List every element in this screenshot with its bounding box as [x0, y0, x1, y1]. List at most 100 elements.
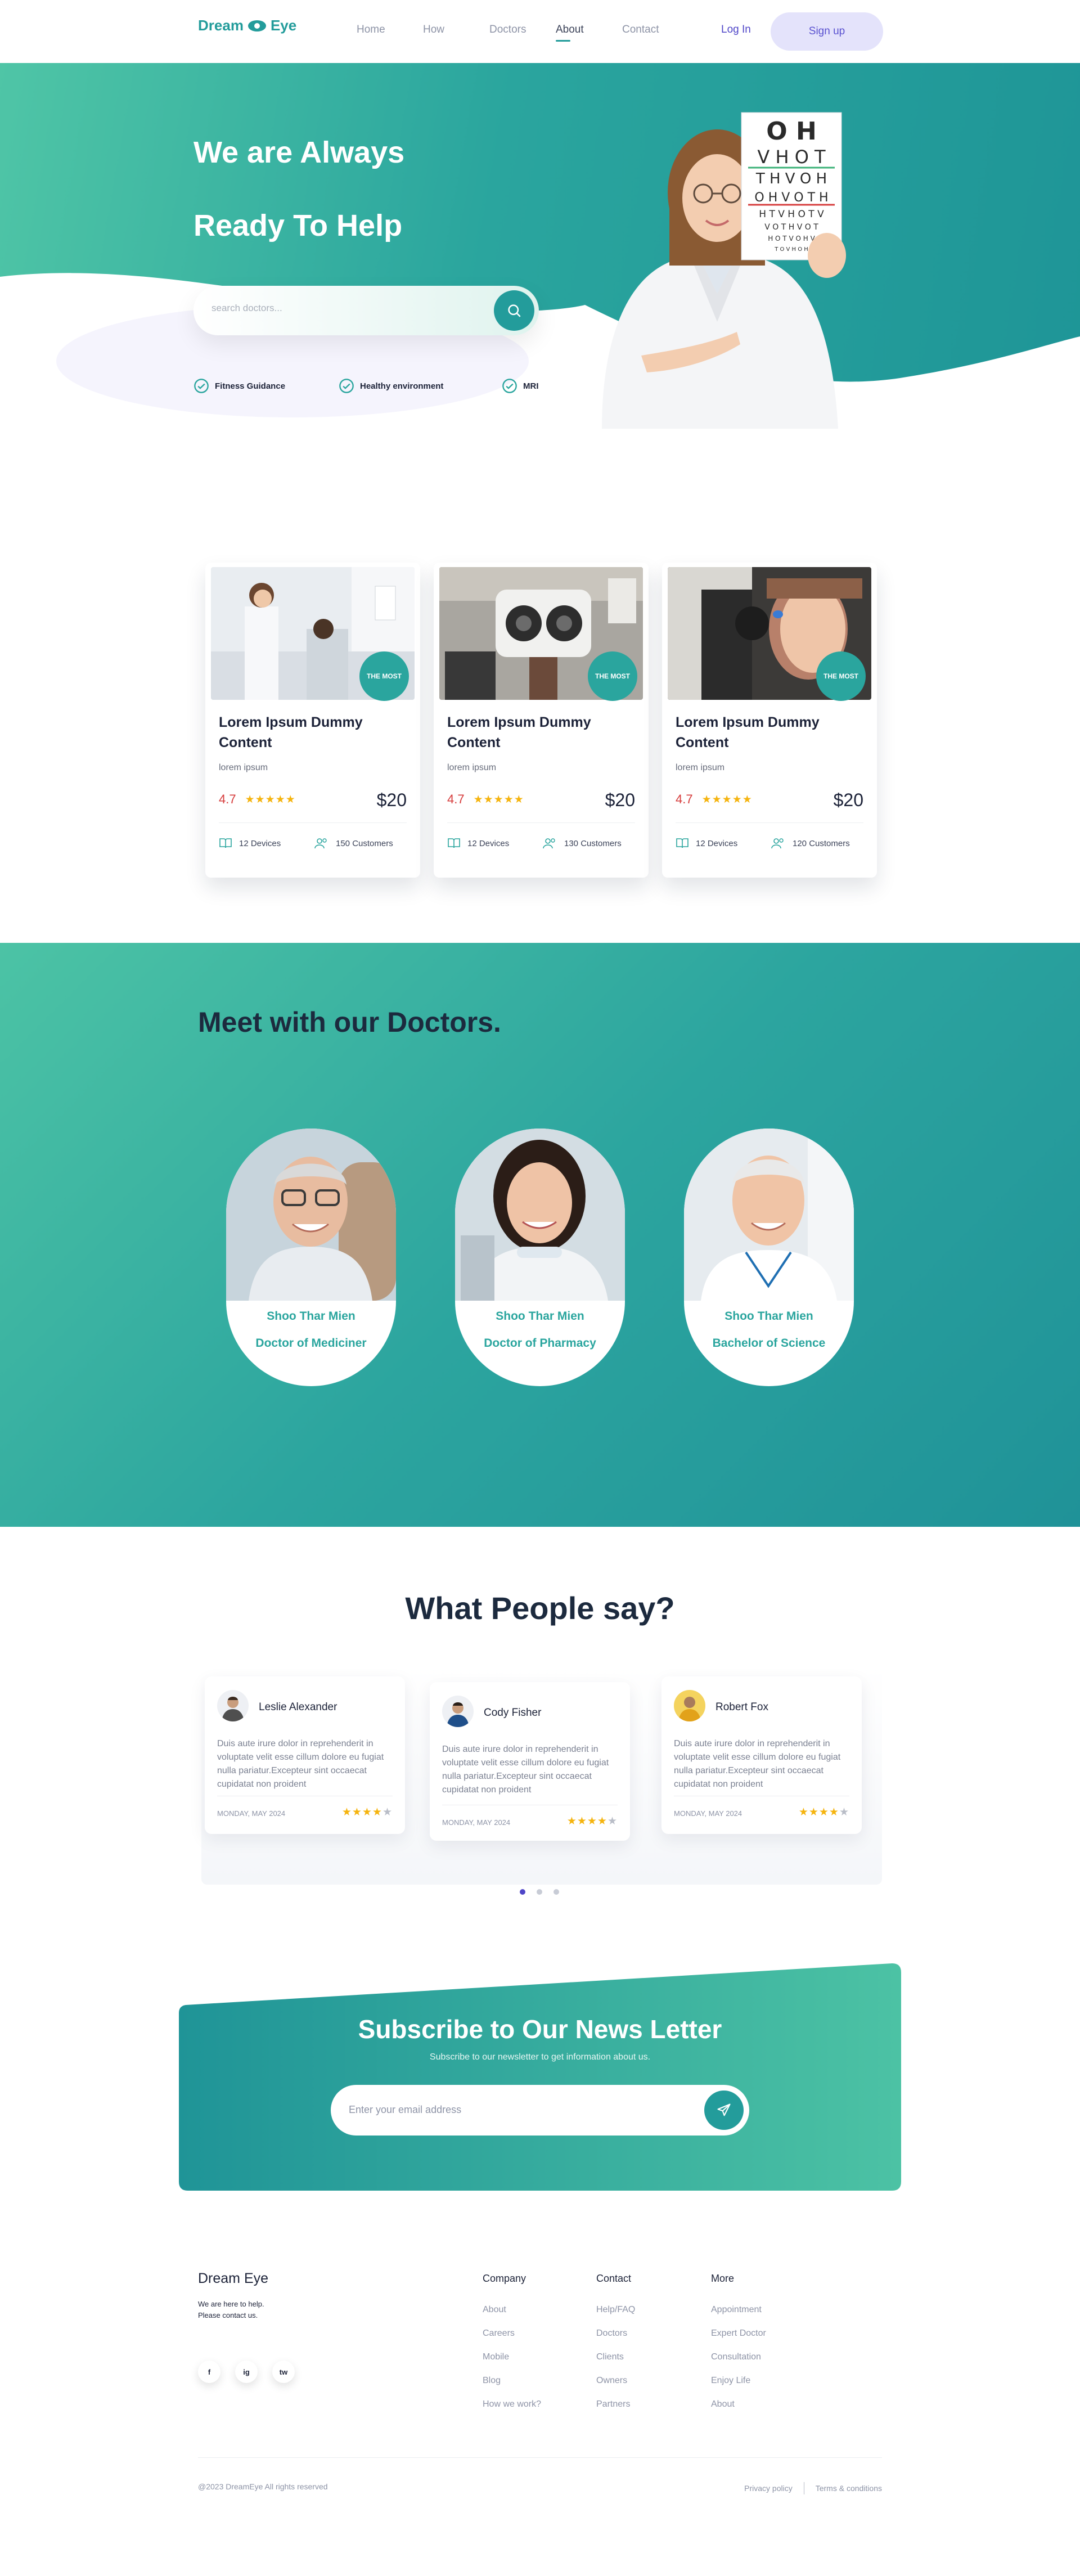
rating-value: 4.7 [219, 792, 236, 806]
testimonials-title: What People say? [405, 1590, 675, 1626]
carousel-dot[interactable] [554, 1889, 559, 1895]
hero-section: We are Always Ready To Help Fitness Guid… [0, 63, 1080, 429]
card-title: Lorem Ipsum Dummy Content [676, 714, 820, 750]
card-price: $20 [833, 790, 863, 810]
doctor-card[interactable]: Shoo Thar Mien Bachelor of Science [684, 1129, 854, 1386]
customers-count: 150 Customers [336, 838, 393, 848]
carousel-dot[interactable] [520, 1889, 525, 1895]
signup-button[interactable]: Sign up [771, 12, 883, 51]
nav-link-contact[interactable]: Contact [622, 24, 688, 36]
users-icon [314, 838, 327, 849]
rating-value: 4.7 [676, 792, 693, 806]
footer-link[interactable]: Mobile [483, 2352, 541, 2362]
footer-link[interactable]: Partners [596, 2399, 635, 2409]
star-rating-icon: ★★★★★ [245, 793, 296, 806]
service-card[interactable]: THE MOST Lorem Ipsum Dummy Content lorem… [662, 563, 877, 878]
search-button[interactable] [494, 290, 534, 331]
card-rating: 4.7 ★★★★★ [219, 792, 296, 807]
footer-link[interactable]: Expert Doctor [711, 2328, 766, 2339]
most-badge: THE MOST [588, 651, 637, 701]
reviewer-name: Cody Fisher [484, 1707, 542, 1719]
footer-link[interactable]: About [711, 2399, 766, 2409]
facebook-icon[interactable]: f [198, 2361, 220, 2383]
nav-link-how[interactable]: How [423, 24, 489, 36]
nav-link-home[interactable]: Home [357, 24, 423, 36]
review-text: Duis aute irure dolor in reprehenderit i… [217, 1739, 384, 1789]
check-circle-icon [194, 379, 209, 393]
copyright: @2023 DreamEye All rights reserved [198, 2482, 328, 2491]
footer-link[interactable]: Blog [483, 2376, 541, 2386]
brand-name-part1: Dream [198, 17, 244, 34]
card-divider [676, 822, 863, 823]
feature-label: MRI [523, 381, 539, 391]
email-field[interactable] [349, 2104, 664, 2116]
avatar [674, 1690, 705, 1721]
doctor-name: Shoo Thar Mien [496, 1310, 584, 1323]
doctor-card[interactable]: Shoo Thar Mien Doctor of Mediciner [226, 1129, 396, 1386]
hero-title-line2: Ready To Help [194, 209, 403, 242]
avatar [217, 1690, 249, 1721]
devices-count: 12 Devices [239, 838, 281, 848]
nav-link-about[interactable]: About [556, 24, 622, 42]
footer-link[interactable]: Help/FAQ [596, 2305, 635, 2315]
brand-name-part2: Eye [270, 17, 297, 34]
footer-link[interactable]: Appointment [711, 2305, 766, 2315]
subscribe-button[interactable] [704, 2091, 744, 2130]
customers-count: 130 Customers [564, 838, 622, 848]
testimonial-card[interactable]: Cody Fisher Duis aute irure dolor in rep… [430, 1682, 630, 1841]
footer-column-title: Company [483, 2273, 526, 2284]
newsletter-text: Subscribe to our newsletter to get infor… [429, 2052, 651, 2062]
card-devices: 12 Devices [447, 837, 509, 849]
card-price: $20 [376, 790, 407, 810]
doctor-search-input[interactable] [212, 303, 459, 314]
review-date: MONDAY, MAY 2024 [674, 1809, 742, 1818]
book-icon [219, 838, 232, 848]
card-devices: 12 Devices [219, 837, 281, 849]
card-customers: 150 Customers [314, 837, 393, 849]
footer-link[interactable]: About [483, 2305, 541, 2315]
feature-item: MRI [502, 378, 539, 394]
eye-icon [248, 20, 266, 32]
footer-link[interactable]: Careers [483, 2328, 541, 2339]
testimonial-card[interactable]: Leslie Alexander Duis aute irure dolor i… [205, 1676, 405, 1834]
eye-chart-row: T O V H O H [774, 246, 808, 253]
testimonial-card[interactable]: Robert Fox Duis aute irure dolor in repr… [662, 1676, 862, 1834]
card-divider [219, 822, 407, 823]
terms-link[interactable]: Terms & conditions [816, 2484, 882, 2493]
search-icon [508, 304, 521, 317]
doctor-photo [455, 1129, 625, 1301]
footer-link[interactable]: Doctors [596, 2328, 635, 2339]
star-rating-icon: ★★★★★ [701, 793, 753, 806]
login-link[interactable]: Log In [721, 24, 751, 36]
twitter-icon[interactable]: tw [272, 2361, 295, 2383]
nav-links: Home How Doctors About Contact [357, 24, 688, 42]
instagram-icon[interactable]: ig [235, 2361, 258, 2383]
card-customers: 130 Customers [543, 837, 622, 849]
devices-count: 12 Devices [467, 838, 510, 848]
check-circle-icon [339, 379, 354, 393]
footer-link[interactable]: Owners [596, 2376, 635, 2386]
footer-link[interactable]: Enjoy Life [711, 2376, 766, 2386]
book-icon [448, 838, 460, 848]
star-rating-icon: ★★★★★ [341, 1806, 393, 1818]
nav-link-doctors[interactable]: Doctors [489, 24, 556, 36]
footer-link[interactable]: Clients [596, 2352, 635, 2362]
footer-link[interactable]: How we work? [483, 2399, 541, 2409]
newsletter-banner [179, 1963, 901, 2191]
send-icon [717, 2103, 731, 2116]
legal-links: Privacy policy Terms & conditions [744, 2482, 882, 2494]
reviewer-name: Robert Fox [716, 1701, 768, 1713]
footer-tagline-line: Please contact us. [198, 2311, 258, 2319]
carousel-dot[interactable] [537, 1889, 542, 1895]
brand-logo[interactable]: Dream Eye [198, 17, 296, 34]
service-card[interactable]: THE MOST Lorem Ipsum Dummy Content lorem… [434, 563, 649, 878]
devices-count: 12 Devices [696, 838, 738, 848]
doctor-card[interactable]: Shoo Thar Mien Doctor of Pharmacy [455, 1129, 625, 1386]
privacy-link[interactable]: Privacy policy [744, 2484, 793, 2493]
service-card[interactable]: THE MOST Lorem Ipsum Dummy Content lorem… [205, 563, 420, 878]
footer-link[interactable]: Consultation [711, 2352, 766, 2362]
eye-chart-row: T H V O H [755, 170, 827, 187]
footer-column-contact: Contact Help/FAQ Doctors Clients Owners … [596, 2273, 635, 2423]
eye-chart-row: V H O T [757, 146, 826, 168]
review-text: Duis aute irure dolor in reprehenderit i… [442, 1745, 609, 1795]
